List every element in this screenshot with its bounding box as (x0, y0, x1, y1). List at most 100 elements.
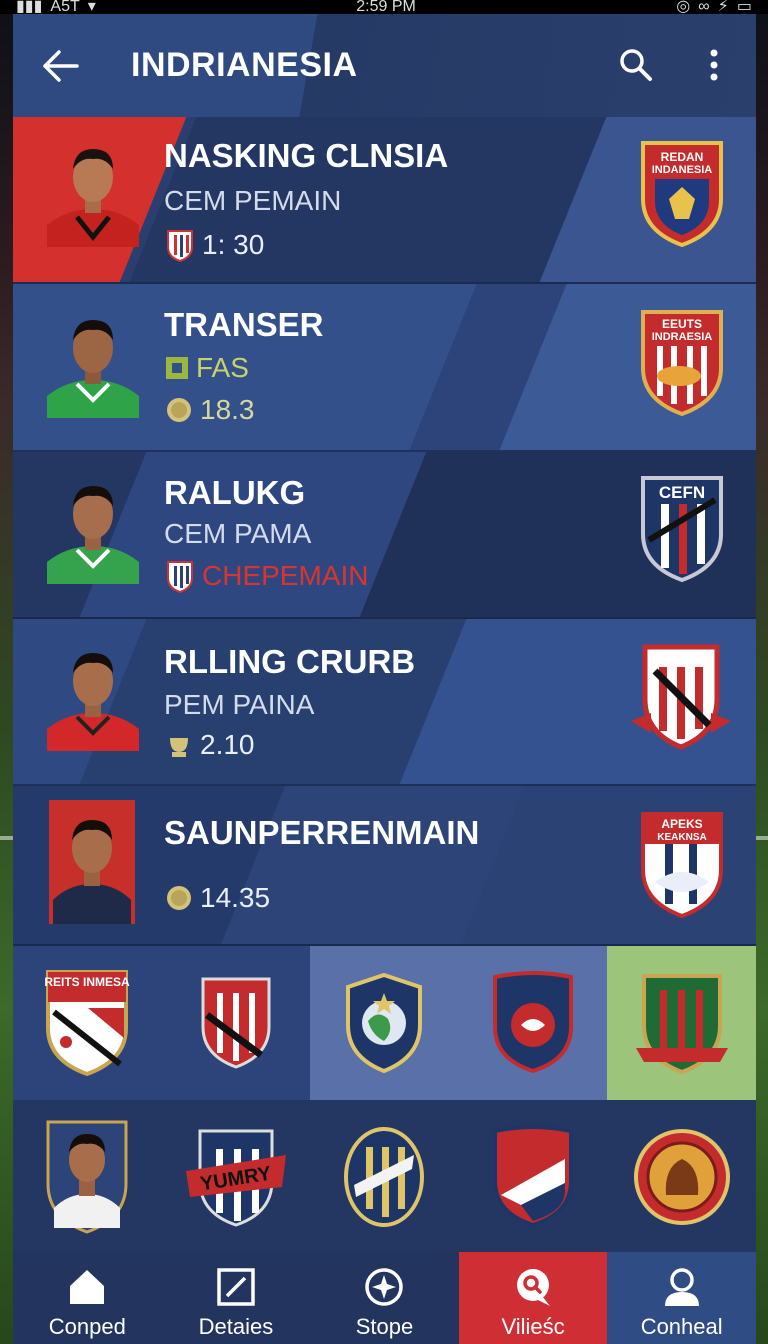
list-item[interactable]: RLLING CRURB PEM PAINA 2.10 (13, 619, 756, 786)
club-crest-icon (635, 974, 728, 1075)
wifi-icon: ▾ (87, 0, 96, 15)
alarm-icon: ◎ (676, 0, 691, 15)
club-crest-icon[interactable]: CEFN (639, 474, 725, 584)
clock: 2:59 PM (356, 0, 416, 15)
list-item[interactable]: NASKING CLNSIA CEM PEMAIN 1: 30 REDAN IN… (13, 117, 756, 284)
coin-icon (167, 398, 191, 422)
club-crest-icon (346, 973, 423, 1073)
player-avatar (49, 800, 135, 924)
nav-label: Vilieśc (501, 1314, 565, 1339)
back-button[interactable] (31, 36, 91, 96)
list-item[interactable]: RALUKG CEM PAMA CHEPEMAIN CEFN (13, 452, 756, 619)
svg-text:INDANESIA: INDANESIA (652, 164, 713, 176)
player-avatar (47, 149, 139, 247)
svg-text:EEUTS: EEUTS (662, 317, 702, 331)
app-frame: INDRIANESIA NASKING CLNSIA CEM PEMAIN 1:… (13, 14, 756, 1344)
player-avatar (47, 320, 139, 418)
stat-value: CHEPEMAIN (202, 560, 369, 591)
player-stat: 2.10 (164, 729, 255, 761)
badge-cell[interactable] (607, 946, 756, 1100)
link-icon: ∞ (698, 0, 710, 15)
player-stat: 18.3 (164, 394, 255, 426)
player-avatar (46, 1120, 128, 1234)
player-stat: 14.35 (164, 882, 270, 914)
svg-text:CEFN: CEFN (659, 483, 705, 502)
badge-cell[interactable] (607, 1100, 756, 1254)
player-role-row: FAS (164, 352, 249, 384)
badge-cell[interactable] (13, 1100, 162, 1254)
svg-text:KEAKNSA: KEAKNSA (657, 832, 706, 843)
trophy-icon (170, 738, 188, 757)
battery-icon: ▭ (736, 0, 752, 15)
home-icon (70, 1270, 105, 1304)
nav-label: Conped (48, 1314, 126, 1339)
svg-text:REDAN: REDAN (661, 150, 704, 164)
club-crest-icon (493, 1125, 574, 1228)
list-item[interactable]: TRANSER FAS 18.3 EEUTS INDRAESIA (13, 284, 756, 452)
badge-cell[interactable]: YUMRY (161, 1100, 311, 1254)
nav-item-details[interactable]: Detaies (161, 1252, 311, 1344)
stat-value: 2.10 (200, 729, 255, 760)
player-stat: 1: 30 (164, 227, 264, 263)
nav-label: Stope (355, 1314, 414, 1339)
compass-icon (365, 1268, 404, 1306)
badge-cell[interactable] (458, 1100, 608, 1254)
player-avatar (47, 653, 139, 751)
badge-cell[interactable] (310, 946, 459, 1100)
badge-cell[interactable]: REITS INMESA (13, 946, 162, 1100)
svg-text:INDRAESIA: INDRAESIA (652, 331, 713, 343)
club-crest-icon (344, 1127, 425, 1227)
stat-value: 18.3 (200, 394, 255, 425)
carrier-label: A5T (50, 0, 80, 15)
club-shield-icon (167, 561, 193, 594)
club-crest-icon: YUMRY (185, 1129, 286, 1227)
club-crest-icon[interactable]: APEKS KEAKNSA (639, 810, 725, 920)
search-button[interactable] (611, 40, 661, 90)
player-name: NASKING CLNSIA (164, 137, 449, 174)
player-name: TRANSER (164, 306, 324, 343)
club-crest-icon[interactable] (629, 641, 733, 751)
club-crest-icon[interactable]: REDAN INDANESIA (639, 139, 725, 249)
nav-item-stope[interactable]: Stope (310, 1252, 459, 1344)
stat-value: 14.35 (200, 882, 271, 913)
signal-icon: ▮▮▮ (16, 0, 43, 15)
player-avatar (47, 486, 139, 584)
charging-icon: ⚡ (717, 0, 729, 15)
badge-cell[interactable] (161, 946, 311, 1100)
club-crest-icon[interactable]: EEUTS INDRAESIA (639, 308, 725, 418)
club-crest-icon (633, 1129, 730, 1225)
player-name: SAUNPERRENMAIN (164, 814, 480, 851)
square-tag-icon (166, 357, 188, 379)
status-bar: ▮▮▮ A5T ▾ 2:59 PM ◎ ∞ ⚡ ▭ (0, 0, 768, 15)
club-crest-icon (493, 971, 574, 1074)
nav-label: Conheal (640, 1314, 723, 1339)
player-name: RLLING CRURB (164, 643, 416, 680)
player-name: RALUKG (164, 474, 306, 511)
nav-item-active[interactable]: Vilieśc (458, 1252, 608, 1344)
nav-item-profile[interactable]: Conheal (607, 1252, 756, 1344)
kebab-menu-icon (710, 49, 718, 81)
coin-icon (167, 886, 191, 910)
page-title: INDRIANESIA (131, 46, 358, 84)
bottom-navigation: Conped Detaies Stope Vilieśc Conheal (13, 1252, 756, 1344)
arrow-left-icon (43, 49, 79, 82)
badge-cell[interactable] (310, 1100, 459, 1254)
club-crest-icon (201, 977, 271, 1069)
badge-grid: REITS INMESA (13, 946, 756, 1100)
player-role: FAS (196, 352, 249, 383)
club-crest-icon: REITS INMESA (45, 970, 130, 1077)
player-role: CEM PAMA (164, 518, 312, 549)
player-role: CEM PEMAIN (164, 185, 342, 216)
search-bubble-icon (517, 1269, 551, 1306)
search-icon (620, 49, 652, 81)
top-app-bar: INDRIANESIA (13, 14, 756, 117)
nav-label: Detaies (198, 1314, 274, 1339)
club-shield-icon (167, 230, 193, 263)
edit-square-icon (217, 1268, 255, 1306)
list-item[interactable]: SAUNPERRENMAIN 14.35 APEKS KEAKNSA (13, 786, 756, 946)
badge-cell[interactable] (458, 946, 608, 1100)
stat-value: 1: 30 (202, 229, 265, 260)
nav-item-home[interactable]: Conped (13, 1252, 162, 1344)
svg-text:APEKS: APEKS (661, 817, 702, 831)
more-options-button[interactable] (689, 40, 739, 90)
